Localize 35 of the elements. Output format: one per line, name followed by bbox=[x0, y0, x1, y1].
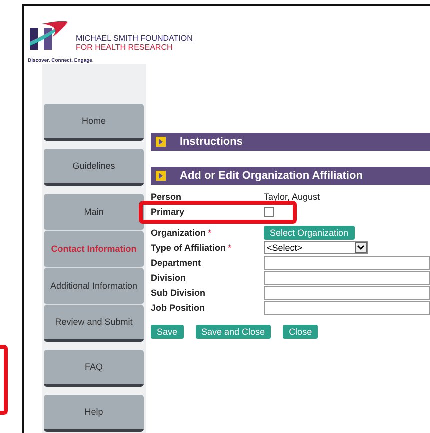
nav-button[interactable]: Help bbox=[44, 395, 144, 432]
required-mark: * bbox=[228, 242, 232, 252]
field-value: Taylor, August bbox=[264, 192, 322, 202]
section-header[interactable]: Instructions bbox=[151, 133, 430, 151]
nav-button[interactable]: Review and Submit bbox=[44, 305, 144, 342]
input-field[interactable] bbox=[264, 286, 430, 300]
nav-button[interactable]: FAQ bbox=[44, 350, 144, 387]
action-button[interactable]: Close bbox=[283, 325, 318, 339]
input-field[interactable] bbox=[264, 256, 430, 270]
field-label: Department bbox=[151, 258, 202, 268]
select-dropdown[interactable]: <Select> bbox=[264, 241, 368, 254]
arrow-icon bbox=[156, 137, 166, 147]
field-label: Type of Affiliation bbox=[151, 242, 226, 252]
field-label: Person bbox=[151, 192, 182, 202]
chevron-down-icon bbox=[355, 242, 367, 253]
required-mark: * bbox=[208, 228, 212, 238]
select-button[interactable]: Select Organization bbox=[264, 226, 355, 240]
field-label: Division bbox=[151, 272, 186, 282]
field-label: Organization bbox=[151, 228, 206, 238]
field-label: Primary bbox=[151, 206, 185, 216]
section-header[interactable]: Add or Edit Organization Affiliation bbox=[151, 167, 430, 185]
field-label: Sub Division bbox=[151, 288, 206, 298]
field-label: Job Position bbox=[151, 302, 205, 312]
logo-text: MICHAEL SMITH FOUNDATION bbox=[76, 34, 193, 43]
nav-button[interactable]: Main bbox=[44, 194, 144, 231]
nav-button[interactable]: Home bbox=[44, 104, 144, 141]
primary-checkbox[interactable] bbox=[264, 206, 274, 216]
nav-button[interactable]: Additional Information bbox=[44, 268, 144, 305]
nav-button[interactable]: Guidelines bbox=[44, 149, 144, 186]
action-button[interactable]: Save bbox=[151, 325, 184, 339]
input-field[interactable] bbox=[264, 270, 430, 284]
arrow-icon bbox=[156, 171, 166, 181]
logo-subtext: FOR HEALTH RESEARCH bbox=[76, 43, 174, 52]
action-button[interactable]: Save and Close bbox=[196, 325, 272, 339]
input-field[interactable] bbox=[264, 300, 430, 314]
